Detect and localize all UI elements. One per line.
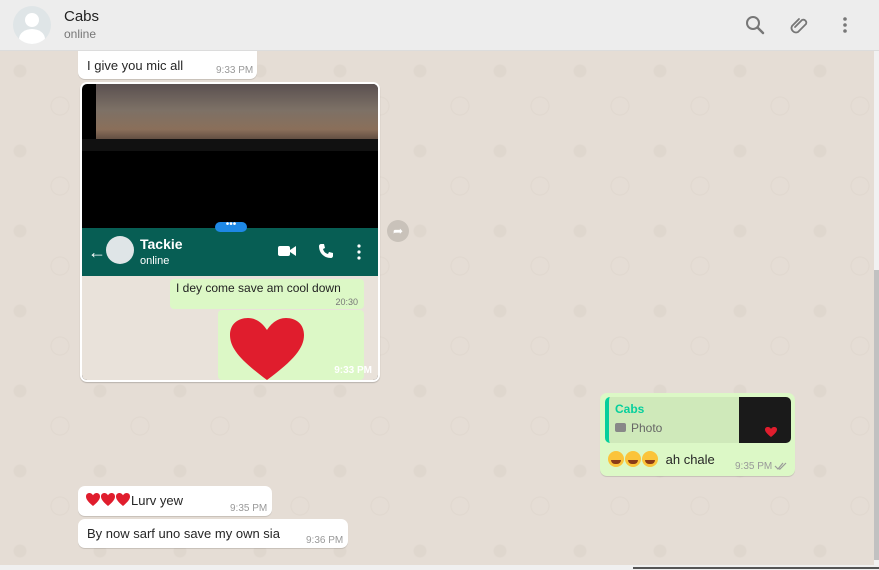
video-call-icon [278,246,296,256]
message-text: Lurv yew [131,493,184,508]
photo-message[interactable]: ← Tackie online ••• I dey come save am c… [80,82,380,382]
back-arrow-icon: ← [88,242,106,262]
message-time: 9:35 PM [735,461,773,472]
message-row: ah chale [608,451,715,467]
message-incoming[interactable]: By now sarf uno save my own sia 9:36 PM [78,519,348,548]
bottom-bar [0,565,879,570]
photo-image[interactable]: ← Tackie online ••• I dey come save am c… [82,84,378,380]
double-check-icon [774,462,787,470]
message-incoming[interactable]: I give you mic all 9:33 PM [78,51,257,79]
heart-icon [101,493,115,506]
message-time: 9:35 PM [230,503,268,514]
heart-icon [116,493,130,506]
forward-icon[interactable]: ➦ [387,220,409,242]
embedded-message: I dey come save am cool down 20:30 [170,279,364,309]
heart-icon [230,318,304,380]
laughing-emoji-icon [608,451,624,467]
search-icon[interactable] [744,14,766,36]
message-row: Lurv yew [86,493,183,508]
video-controls [82,139,378,151]
attach-icon[interactable] [789,14,811,36]
contact-status: online [64,27,97,41]
embedded-message-text: I dey come save am cool down [176,281,341,295]
embedded-menu-icon [357,244,361,260]
voice-call-icon [319,244,333,258]
laughing-emoji-icon [642,451,658,467]
message-text: I give you mic all [87,58,184,73]
message-text: ah chale [665,452,715,467]
quoted-name: Cabs [615,402,645,416]
quoted-thumbnail [739,397,791,443]
message-time: 9:33 PM [216,65,254,76]
heart-icon [765,427,777,437]
contact-name[interactable]: Cabs [64,8,99,25]
scrollbar-thumb[interactable] [874,270,879,560]
message-time: 9:36 PM [306,535,344,546]
embedded-message-time: 20:30 [335,297,358,307]
more-dots-icon: ••• [215,220,247,232]
quoted-type: Photo [631,421,663,435]
embedded-contact-name: Tackie [140,236,183,252]
quoted-message[interactable]: Cabs Photo [605,397,791,443]
embedded-chat-header: ← Tackie online [82,228,378,276]
message-text: By now sarf uno save my own sia [87,526,280,541]
laughing-emoji-icon [625,451,641,467]
photo-time: 9:33 PM [334,365,372,376]
embedded-contact-status: online [140,255,170,267]
camera-icon [615,423,626,432]
embedded-avatar [106,236,134,264]
chat-header: Cabs online [0,0,879,51]
avatar[interactable] [13,6,51,44]
menu-icon[interactable] [834,14,856,36]
heart-icon [86,493,100,506]
message-outgoing[interactable]: Cabs Photo ah chale 9:35 PM [600,393,795,476]
message-incoming[interactable]: Lurv yew 9:35 PM [78,486,272,516]
